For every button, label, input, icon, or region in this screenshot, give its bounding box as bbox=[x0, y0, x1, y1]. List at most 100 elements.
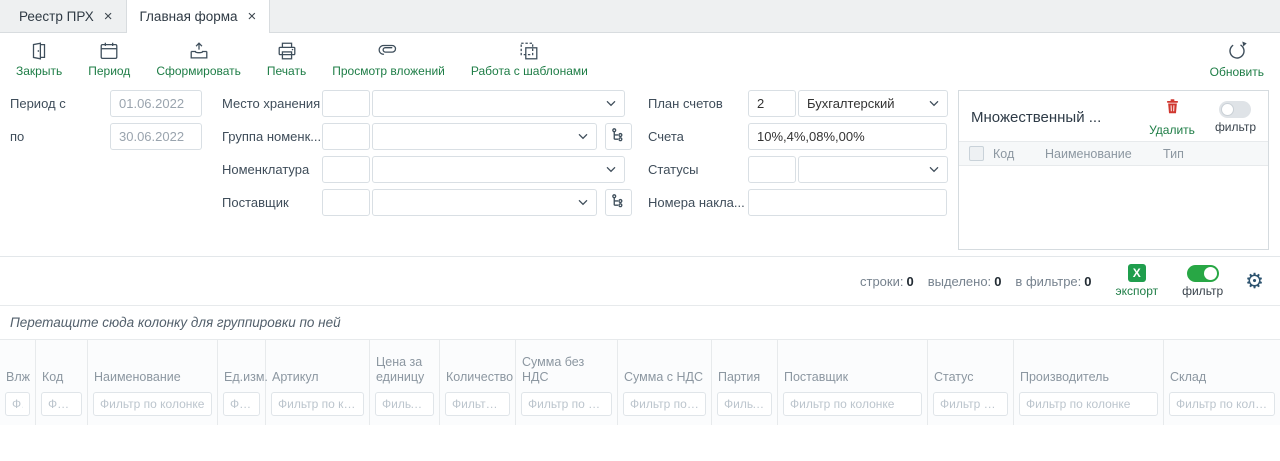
supplier-select[interactable] bbox=[372, 189, 597, 216]
accounts-label: Счета bbox=[648, 129, 748, 144]
column-filter-input[interactable] bbox=[1169, 392, 1275, 416]
statuses-select[interactable] bbox=[798, 156, 948, 183]
view-attachments-button[interactable]: Просмотр вложений bbox=[332, 40, 445, 78]
supplier-label: Поставщик bbox=[222, 195, 322, 210]
column-kod[interactable]: Код bbox=[993, 147, 1045, 161]
chart-of-accounts-select[interactable]: Бухгалтерский bbox=[798, 90, 948, 117]
column-filter-input[interactable] bbox=[717, 392, 772, 416]
period-to-input[interactable] bbox=[110, 123, 202, 150]
multi-filter-panel: Множественный ... Удалить фильтр Код Наи… bbox=[958, 90, 1269, 250]
column-header[interactable]: Цена за единицу bbox=[370, 340, 439, 392]
column-sklad: Склад bbox=[1164, 340, 1280, 425]
column-header[interactable]: Сумма без НДС bbox=[516, 340, 617, 392]
column-header[interactable]: Статус bbox=[928, 340, 1013, 392]
generate-button[interactable]: Сформировать bbox=[156, 40, 241, 78]
column-vlzh: Влж bbox=[0, 340, 36, 425]
column-header[interactable]: Производитель bbox=[1014, 340, 1163, 392]
column-filter-input[interactable] bbox=[623, 392, 706, 416]
toolbar-button-label: Обновить bbox=[1210, 65, 1264, 79]
column-header[interactable]: Склад bbox=[1164, 340, 1280, 392]
hierarchy-icon bbox=[610, 126, 627, 148]
refresh-button[interactable]: Обновить bbox=[1210, 39, 1264, 79]
grid-filter-toggle[interactable]: фильтр bbox=[1182, 265, 1223, 298]
column-header[interactable]: Партия bbox=[712, 340, 777, 392]
period-button[interactable]: Период bbox=[88, 40, 130, 78]
column-filter-input[interactable] bbox=[521, 392, 612, 416]
close-icon[interactable]: × bbox=[248, 9, 257, 24]
column-ed-izm: Ед.изм. bbox=[218, 340, 266, 425]
storage-select[interactable] bbox=[372, 90, 625, 117]
column-tip[interactable]: Тип bbox=[1163, 147, 1268, 161]
gear-icon[interactable]: ⚙ bbox=[1245, 271, 1264, 292]
tab-glavnaya-forma[interactable]: Главная форма × bbox=[126, 0, 271, 33]
nomen-group-hierarchy-button[interactable] bbox=[605, 123, 632, 150]
chevron-down-icon bbox=[578, 199, 588, 206]
column-header[interactable]: Поставщик bbox=[778, 340, 927, 392]
column-header[interactable]: Сумма с НДС bbox=[618, 340, 711, 392]
supplier-hierarchy-button[interactable] bbox=[605, 189, 632, 216]
nomenclature-select[interactable] bbox=[372, 156, 625, 183]
column-partiya: Партия bbox=[712, 340, 778, 425]
app-window: Реестр ПРХ × Главная форма × Закрыть Пер… bbox=[0, 0, 1280, 461]
toggle-on-icon[interactable] bbox=[1187, 265, 1219, 282]
column-header[interactable]: Влж bbox=[0, 340, 35, 392]
column-filter-input[interactable] bbox=[1019, 392, 1158, 416]
multi-filter-toggle[interactable]: фильтр bbox=[1215, 101, 1256, 134]
column-filter-input[interactable] bbox=[41, 392, 82, 416]
toggle-off-icon[interactable] bbox=[1219, 101, 1251, 118]
select-all-checkbox[interactable] bbox=[969, 146, 984, 161]
trash-icon bbox=[1163, 97, 1182, 121]
toolbar-button-label: Закрыть bbox=[16, 64, 62, 78]
column-header[interactable]: Количество bbox=[440, 340, 515, 392]
chevron-down-icon bbox=[929, 166, 939, 173]
column-filter-input[interactable] bbox=[375, 392, 434, 416]
nomen-group-select[interactable] bbox=[372, 123, 597, 150]
storage-code-input[interactable] bbox=[322, 90, 370, 117]
column-header[interactable]: Артикул bbox=[266, 340, 369, 392]
column-filter-input[interactable] bbox=[933, 392, 1008, 416]
close-button[interactable]: Закрыть bbox=[16, 40, 62, 78]
filter-toggle-label: фильтр bbox=[1215, 120, 1256, 134]
toolbar-button-label: Период bbox=[88, 64, 130, 78]
tab-label: Главная форма bbox=[140, 9, 238, 24]
chart-of-accounts-value: Бухгалтерский bbox=[807, 96, 895, 111]
chart-of-accounts-code-input[interactable] bbox=[748, 90, 796, 117]
chevron-down-icon bbox=[606, 100, 616, 107]
excel-export-icon: X bbox=[1128, 264, 1146, 282]
invoice-numbers-input[interactable] bbox=[748, 189, 947, 216]
column-filter-input[interactable] bbox=[783, 392, 922, 416]
column-header[interactable]: Код bbox=[36, 340, 87, 392]
grid-status-bar: строки:0 выделено:0 в фильтре:0 X экспор… bbox=[0, 257, 1280, 305]
column-artikul: Артикул bbox=[266, 340, 370, 425]
group-by-drop-zone[interactable]: Перетащите сюда колонку для группировки … bbox=[0, 305, 1280, 339]
generate-icon bbox=[188, 40, 210, 62]
tab-reestr-prh[interactable]: Реестр ПРХ × bbox=[6, 0, 126, 32]
nomenclature-filters: Место хранения Группа номенк... bbox=[222, 90, 632, 222]
column-header[interactable]: Ед.изм. bbox=[218, 340, 265, 392]
nomenclature-code-input[interactable] bbox=[322, 156, 370, 183]
period-from-input[interactable] bbox=[110, 90, 202, 117]
accounts-input[interactable] bbox=[748, 123, 947, 150]
column-filter-input[interactable] bbox=[271, 392, 364, 416]
column-filter-input[interactable] bbox=[93, 392, 212, 416]
chevron-down-icon bbox=[606, 166, 616, 173]
close-icon[interactable]: × bbox=[104, 9, 113, 24]
calendar-icon bbox=[98, 40, 120, 62]
export-button[interactable]: X экспорт bbox=[1116, 264, 1159, 298]
nomen-group-code-input[interactable] bbox=[322, 123, 370, 150]
column-status: Статус bbox=[928, 340, 1014, 425]
nomenclature-label: Номенклатура bbox=[222, 162, 322, 177]
accounts-filters: План счетов Бухгалтерский Счета Статусы bbox=[648, 90, 948, 222]
supplier-code-input[interactable] bbox=[322, 189, 370, 216]
print-button[interactable]: Печать bbox=[267, 40, 306, 78]
delete-button[interactable]: Удалить bbox=[1149, 97, 1195, 137]
statuses-code-input[interactable] bbox=[748, 156, 796, 183]
column-filter-input[interactable] bbox=[5, 392, 30, 416]
column-header[interactable]: Наименование bbox=[88, 340, 217, 392]
column-naimenovanie[interactable]: Наименование bbox=[1045, 147, 1163, 161]
templates-button[interactable]: Работа с шаблонами bbox=[471, 40, 588, 78]
column-filter-input[interactable] bbox=[223, 392, 260, 416]
column-filter-input[interactable] bbox=[445, 392, 510, 416]
column-cena-za-edinicu: Цена за единицу bbox=[370, 340, 440, 425]
period-to-label: по bbox=[10, 129, 110, 144]
